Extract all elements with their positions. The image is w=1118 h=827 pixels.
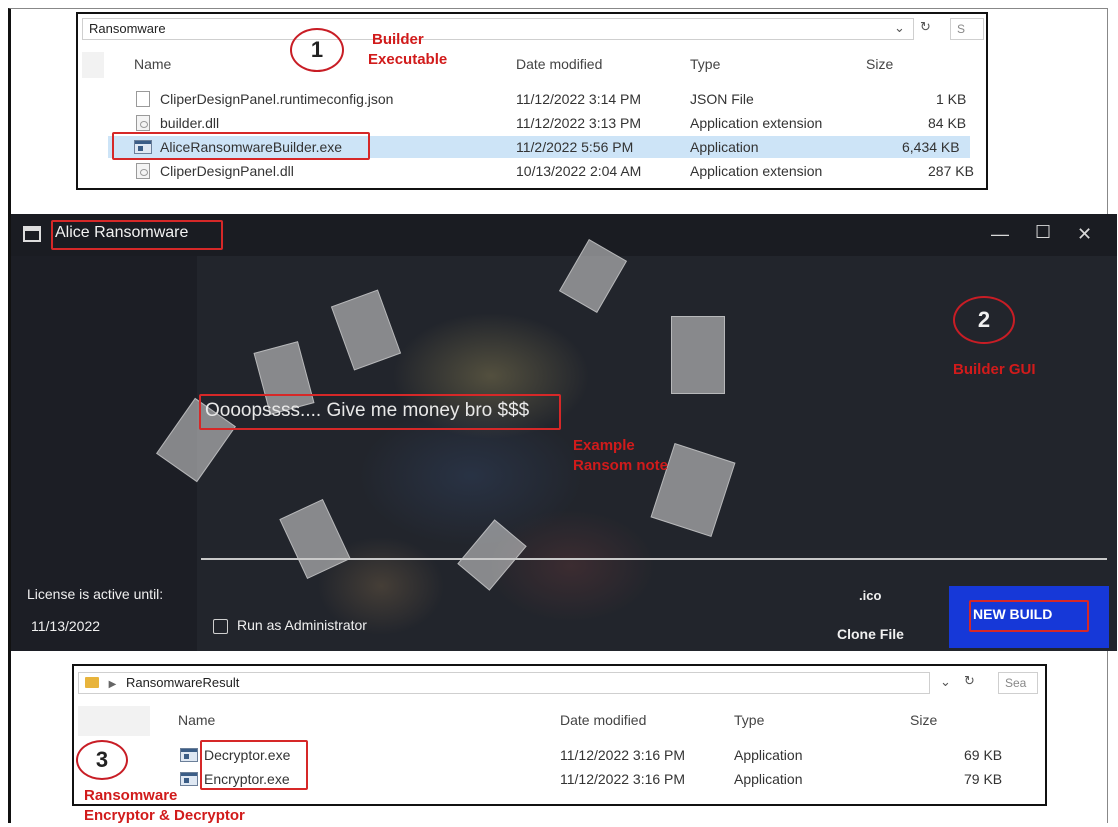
- dll-file-icon: [136, 163, 150, 179]
- annotation-ransomware: Ransomware: [84, 787, 178, 804]
- step-3-marker: 3: [76, 740, 128, 780]
- explorer-result-folder: ▶ RansomwareResult ⌄ ↻ Sea Name Date mod…: [72, 664, 1047, 806]
- annotation-encryptor-decryptor: Encryptor & Decryptor: [84, 807, 245, 824]
- column-header-name[interactable]: Name: [134, 56, 171, 72]
- json-file-icon: [136, 91, 150, 107]
- file-type: Application extension: [690, 115, 823, 131]
- column-header-type[interactable]: Type: [734, 712, 764, 728]
- column-header-date[interactable]: Date modified: [560, 712, 646, 728]
- highlight-new-build: [969, 600, 1089, 632]
- refresh-icon[interactable]: ↻: [964, 673, 975, 689]
- file-size: 84 KB: [928, 115, 967, 131]
- close-icon[interactable]: ✕: [1077, 224, 1092, 245]
- highlight-builder-exe: [112, 132, 370, 160]
- column-header-date[interactable]: Date modified: [516, 56, 602, 72]
- file-name: CliperDesignPanel.runtimeconfig.json: [160, 91, 394, 107]
- run-as-admin-checkbox[interactable]: [213, 619, 228, 634]
- license-label: License is active until:: [27, 586, 164, 602]
- explorer-builder-folder: Ransomware ⌄ ↻ S Name Date modified Type…: [76, 12, 988, 190]
- file-size: 6,434 KB: [902, 139, 960, 155]
- run-as-admin-label[interactable]: Run as Administrator: [237, 617, 367, 633]
- playing-card-icon: [671, 316, 725, 394]
- column-header-size[interactable]: Size: [866, 56, 893, 72]
- new-build-button[interactable]: NEW BUILD: [949, 586, 1109, 648]
- annotation-example-line1: Example: [573, 437, 635, 454]
- dll-file-icon: [136, 115, 150, 131]
- chevron-down-icon[interactable]: ⌄: [940, 674, 951, 690]
- exe-file-icon: [180, 772, 198, 786]
- minimize-icon[interactable]: —: [991, 224, 1009, 245]
- file-size: 69 KB: [964, 747, 1003, 763]
- file-name: CliperDesignPanel.dll: [160, 163, 294, 179]
- alice-builder-window: Alice Ransomware — ☐ ✕ Oooopssss.... Giv…: [11, 214, 1117, 651]
- title-bar: Alice Ransomware — ☐ ✕: [11, 214, 1117, 256]
- maximize-icon[interactable]: ☐: [1035, 222, 1051, 243]
- annotation-example-line2: Ransom note: [573, 457, 669, 474]
- clone-file-button[interactable]: Clone File: [837, 626, 904, 642]
- exe-file-icon: [180, 748, 198, 762]
- file-size: 79 KB: [964, 771, 1003, 787]
- file-name: builder.dll: [160, 115, 220, 131]
- file-type: Application extension: [690, 163, 823, 179]
- annotation-builder-gui: Builder GUI: [953, 361, 1036, 378]
- license-date: 11/13/2022: [31, 618, 101, 634]
- file-date: 11/12/2022 3:16 PM: [560, 747, 686, 763]
- ico-picker-label[interactable]: .ico: [859, 588, 881, 603]
- file-size: 1 KB: [936, 91, 967, 107]
- folder-icon: [85, 677, 99, 688]
- file-row[interactable]: CliperDesignPanel.dll 10/13/2022 2:04 AM…: [128, 160, 978, 182]
- address-path: RansomwareResult: [125, 675, 240, 690]
- highlight-window-title: [51, 220, 223, 250]
- file-type: Application: [690, 139, 759, 155]
- file-type: Application: [734, 747, 803, 763]
- step-1-marker: 1: [290, 28, 344, 72]
- chevron-down-icon[interactable]: ⌄: [894, 20, 905, 36]
- column-header-name[interactable]: Name: [178, 712, 215, 728]
- search-input[interactable]: S: [950, 18, 984, 40]
- navigation-pane: [78, 706, 150, 736]
- column-header-type[interactable]: Type: [690, 56, 720, 72]
- address-bar[interactable]: ▶ RansomwareResult: [78, 672, 930, 694]
- file-row[interactable]: builder.dll 11/12/2022 3:13 PM Applicati…: [128, 112, 978, 134]
- column-header-size[interactable]: Size: [910, 712, 937, 728]
- refresh-icon[interactable]: ↻: [920, 19, 931, 35]
- file-date: 11/12/2022 3:14 PM: [516, 91, 642, 107]
- file-row[interactable]: CliperDesignPanel.runtimeconfig.json 11/…: [128, 88, 978, 110]
- file-type: Application: [734, 771, 803, 787]
- file-date: 11/12/2022 3:16 PM: [560, 771, 686, 787]
- annotation-builder-line2: Executable: [368, 51, 448, 68]
- step-2-marker: 2: [953, 296, 1015, 344]
- navigation-pane: [82, 52, 104, 78]
- highlight-result-exes: [200, 740, 308, 790]
- file-size: 287 KB: [928, 163, 974, 179]
- highlight-ransom-note: [199, 394, 561, 430]
- address-bar[interactable]: Ransomware: [82, 18, 914, 40]
- file-date: 11/12/2022 3:13 PM: [516, 115, 642, 131]
- textbox-underline: [201, 558, 1107, 560]
- search-input[interactable]: Sea: [998, 672, 1038, 694]
- chevron-right-icon: ▶: [108, 679, 117, 690]
- playing-card-icon: [457, 519, 527, 591]
- window-app-icon: [23, 226, 41, 242]
- playing-card-icon: [330, 289, 402, 371]
- file-date: 10/13/2022 2:04 AM: [516, 163, 642, 179]
- file-type: JSON File: [690, 91, 754, 107]
- playing-card-icon: [279, 498, 351, 580]
- annotation-builder-line1: Builder: [372, 31, 424, 48]
- file-date: 11/2/2022 5:56 PM: [516, 139, 634, 155]
